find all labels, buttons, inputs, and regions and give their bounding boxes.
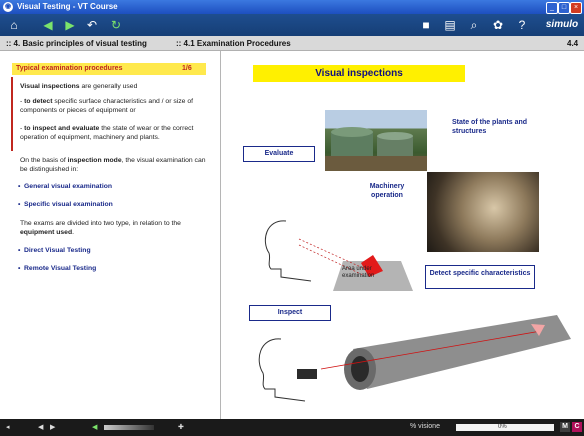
head-silhouette-upper (264, 220, 312, 282)
term-equipment-used: equipment used (20, 229, 73, 236)
illustration-panel: Visual inspections State of the plants a… (221, 51, 584, 419)
close-button[interactable]: × (570, 2, 582, 14)
app-logo-icon: ◉ (3, 2, 13, 12)
progress-value: 0% (498, 424, 507, 430)
breadcrumb: :: 4. Basic principles of visual testing… (0, 36, 584, 51)
progress-label: % visione (410, 423, 440, 430)
paragraph-intro: Visual inspections are generally used (20, 82, 210, 91)
paragraph-intro-text: are generally used (79, 83, 138, 90)
label-plants-structures: State of the plants and structures (452, 119, 528, 135)
term-visual-inspections: Visual inspections (20, 83, 80, 90)
text-panel: Typical examination procedures 1/6 Visua… (0, 51, 221, 419)
section-header: Typical examination procedures 1/6 (12, 63, 206, 75)
menu-button[interactable]: M (560, 422, 570, 432)
audio-play-icon[interactable]: ◀ (92, 423, 97, 431)
progress-bar: 0% (456, 424, 554, 431)
back-icon[interactable]: ◀ (40, 17, 56, 33)
help-icon[interactable]: ? (514, 17, 530, 33)
minimize-button[interactable]: _ (546, 2, 558, 14)
brand-logo: simulo (545, 19, 579, 30)
paragraph-equipment-text-a: The exams are divided into two type, in … (20, 220, 181, 227)
status-bar: ◂ ◀ ▶ ◀ ✚ % visione 0% M C (0, 419, 584, 436)
toolbar: ⌂ ◀ ▶ ↶ ↻ ■ ▤ ⌕ ✿ ? simulo (0, 14, 584, 36)
illustration-title: Visual inspections (253, 65, 465, 82)
paragraph-inspect: - to inspect and evaluate the state of w… (20, 124, 210, 142)
term-inspect-evaluate: to inspect and evaluate (24, 125, 100, 132)
section-page-counter: 1/6 (182, 65, 192, 72)
term-to-detect: to detect (24, 98, 53, 105)
link-general-visual-examination[interactable]: General visual examination (18, 183, 112, 190)
label-machinery-operation: Machinery operation (369, 183, 405, 199)
box-evaluate: Evaluate (243, 146, 315, 162)
breadcrumb-chapter[interactable]: :: 4. Basic principles of visual testing (6, 39, 147, 48)
settings-icon[interactable]: ✿ (490, 17, 506, 33)
plant-structures-photo (325, 110, 427, 171)
print-icon[interactable]: ■ (418, 17, 434, 33)
breadcrumb-section[interactable]: :: 4.1 Examination Procedures (176, 39, 291, 48)
paragraph-equipment-text-b: . (72, 229, 75, 236)
close-course-button[interactable]: C (572, 422, 582, 432)
window-title: Visual Testing - VT Course (17, 2, 118, 11)
forward-icon[interactable]: ▶ (62, 17, 78, 33)
paragraph-detect: - to detect specific surface characteris… (20, 97, 210, 115)
pipe-interior (351, 356, 369, 382)
storage-tanks-image (325, 127, 427, 171)
accent-line (11, 77, 13, 151)
label-area-under-examination: Area under examination (342, 266, 375, 279)
next-page-icon[interactable]: ▶ (50, 423, 55, 431)
paragraph-mode-text-a: On the basis of (20, 157, 68, 164)
zoom-icon[interactable]: ⌕ (466, 17, 482, 33)
paragraph-mode: On the basis of inspection mode, the vis… (20, 156, 210, 174)
link-remote-visual-testing[interactable]: Remote Visual Testing (18, 265, 96, 272)
term-inspection-mode: inspection mode (67, 157, 122, 164)
prev-page-icon[interactable]: ◀ (38, 423, 43, 431)
refresh-icon[interactable]: ↻ (108, 17, 124, 33)
save-icon[interactable]: ▤ (442, 17, 458, 33)
home-icon[interactable]: ⌂ (6, 17, 22, 33)
skip-icon[interactable]: ✚ (178, 423, 184, 431)
link-direct-visual-testing[interactable]: Direct Visual Testing (18, 247, 91, 254)
paragraph-equipment: The exams are divided into two type, in … (20, 219, 210, 237)
volume-icon[interactable]: ◂ (6, 423, 10, 431)
link-specific-visual-examination[interactable]: Specific visual examination (18, 201, 113, 208)
title-bar: ◉ Visual Testing - VT Course _ □ × (0, 0, 584, 14)
maximize-button[interactable]: □ (558, 2, 570, 14)
inspection-diagram-lower (258, 315, 571, 402)
section-header-title: Typical examination procedures (16, 65, 123, 72)
undo-icon[interactable]: ↶ (84, 17, 100, 33)
volume-slider[interactable] (104, 425, 154, 430)
page-number: 4.4 (567, 39, 579, 48)
borescope-device (297, 369, 317, 379)
box-detect-characteristics: Detect specific characteristics (425, 265, 535, 289)
